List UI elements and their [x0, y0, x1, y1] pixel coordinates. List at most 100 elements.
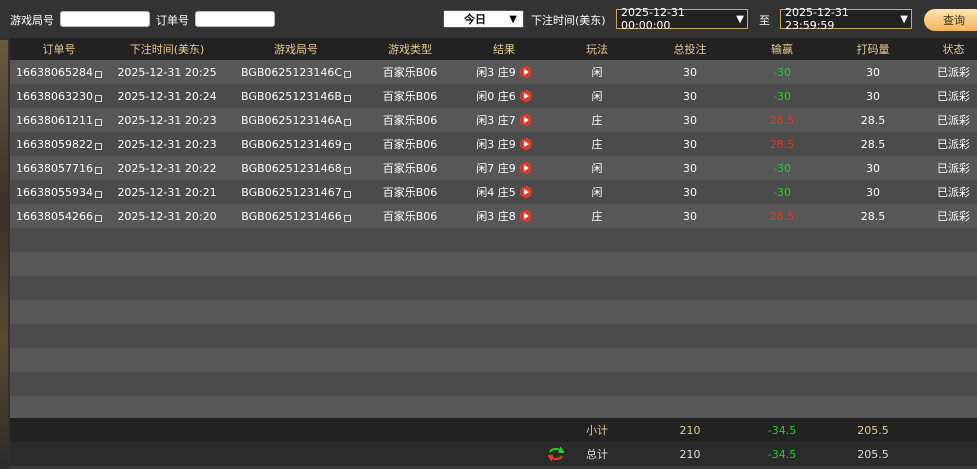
play-cell: 闲 — [554, 84, 640, 108]
status-cell-text: 已派彩 — [937, 210, 970, 223]
play-replay-icon[interactable] — [519, 66, 532, 78]
bet-time-cell-text: 2025-12-31 20:23 — [117, 113, 217, 127]
end-time-select[interactable]: 2025-12-31 23:59:59 ▼ — [780, 6, 912, 32]
bet-time-cell-text: 2025-12-31 20:22 — [117, 161, 217, 175]
copy-icon[interactable] — [94, 142, 102, 150]
subtotal-turnover: 205.5 — [857, 423, 889, 437]
table-row: 16638061211 2025-12-31 20:23 BGB0625123146… — [10, 108, 977, 132]
copy-icon[interactable] — [94, 70, 102, 78]
order-id-cell-text: 16638054266 — [16, 209, 93, 223]
game-id-cell: BGB0625123146​7 — [226, 180, 366, 204]
empty-row — [10, 348, 977, 372]
subtotal-row: 小计 210 -34.5 205.5 — [10, 418, 977, 442]
copy-icon[interactable] — [94, 94, 102, 102]
play-cell: 闲 — [554, 60, 640, 84]
status-cell-text: 已派彩 — [937, 114, 970, 127]
result-cell: 闲4 庄5 — [454, 180, 554, 204]
total-bet-cell: 30 — [640, 108, 740, 132]
copy-icon[interactable] — [343, 142, 351, 150]
result-cell-text: 闲3 庄9 — [476, 138, 516, 151]
table-row: 16638063230 2025-12-31 20:24 BGB0625123146… — [10, 84, 977, 108]
status-cell: 已派彩 — [922, 108, 977, 132]
total-bet-cell: 30 — [640, 132, 740, 156]
play-replay-icon[interactable] — [519, 138, 532, 150]
order-id-input[interactable] — [195, 11, 275, 27]
total-bet-cell: 30 — [640, 84, 740, 108]
win-loss-cell-text: -30 — [773, 161, 791, 175]
col-play: 玩法 — [586, 43, 608, 56]
total-bet-cell-text: 30 — [683, 113, 697, 127]
game-id-cell-text: BGB0625123146A — [241, 113, 342, 127]
game-type-cell-text: 百家乐B06 — [382, 138, 438, 151]
game-id-cell-text: BGB0625123146B — [241, 89, 342, 103]
empty-row — [10, 276, 977, 300]
empty-row — [10, 252, 977, 276]
total-bet-cell-text: 30 — [683, 89, 697, 103]
play-cell-text: 闲 — [591, 90, 603, 103]
win-loss-cell-text: 28.5 — [769, 113, 795, 127]
play-cell: 庄 — [554, 204, 640, 228]
result-cell-text: 闲3 庄8 — [476, 210, 516, 223]
copy-icon[interactable] — [344, 70, 352, 78]
status-cell: 已派彩 — [922, 204, 977, 228]
win-loss-cell-text: 28.5 — [769, 137, 795, 151]
game-id-cell-text: BGB0625123146​7 — [241, 185, 342, 199]
start-time-select[interactable]: 2025-12-31 00:00:00 ▼ — [616, 6, 748, 32]
result-cell: 闲3 庄7 — [454, 108, 554, 132]
turnover-cell-text: 30 — [866, 89, 880, 103]
copy-icon[interactable] — [94, 166, 102, 174]
order-id-label: 订单号 — [156, 14, 189, 27]
table-header: 订单号 下注时间(美东) 游戏局号 游戏类型 结果 玩法 总投注 输赢 打码量 … — [10, 38, 977, 60]
turnover-cell-text: 28.5 — [860, 137, 886, 151]
game-id-cell-text: BGB0625123146​9 — [241, 137, 342, 151]
copy-icon[interactable] — [94, 118, 102, 126]
copy-icon[interactable] — [343, 166, 351, 174]
copy-icon[interactable] — [94, 190, 102, 198]
game-id-label: 游戏局号 — [10, 14, 54, 27]
play-replay-icon[interactable] — [519, 114, 532, 126]
game-id-cell-text: BGB0625123146C — [240, 65, 343, 79]
turnover-cell: 30 — [824, 84, 922, 108]
play-cell-text: 庄 — [591, 114, 603, 127]
total-row: 总计 210 -34.5 205.5 — [10, 442, 977, 466]
end-time-value: 2025-12-31 23:59:59 — [785, 6, 849, 32]
empty-row — [10, 324, 977, 348]
play-replay-icon[interactable] — [519, 210, 532, 222]
copy-icon[interactable] — [94, 214, 102, 222]
period-select[interactable]: 今日 ▼ — [443, 10, 524, 28]
total-win: -34.5 — [767, 447, 797, 461]
total-bet-cell-text: 30 — [683, 185, 697, 199]
status-cell-text: 已派彩 — [937, 138, 970, 151]
order-id-cell-text: 16638063230 — [16, 89, 93, 103]
game-type-cell-text: 百家乐B06 — [382, 90, 438, 103]
status-cell-text: 已派彩 — [937, 186, 970, 199]
period-value: 今日 — [464, 13, 486, 26]
turnover-cell-text: 28.5 — [860, 209, 886, 223]
total-bet-cell-text: 30 — [683, 209, 697, 223]
bet-time-cell: 2025-12-31 20:23 — [108, 108, 226, 132]
bet-time-cell-text: 2025-12-31 20:24 — [117, 89, 217, 103]
game-id-cell-text: BGB0625123146​6 — [241, 209, 342, 223]
copy-icon[interactable] — [343, 94, 351, 102]
result-cell: 闲3 庄9 — [454, 60, 554, 84]
copy-icon[interactable] — [343, 118, 351, 126]
copy-icon[interactable] — [343, 214, 351, 222]
order-id-cell: 16638059822 — [10, 132, 108, 156]
play-replay-icon[interactable] — [519, 90, 532, 102]
col-game-type: 游戏类型 — [388, 43, 432, 56]
copy-icon[interactable] — [343, 190, 351, 198]
query-button[interactable]: 查询 — [924, 9, 977, 31]
play-cell-text: 闲 — [591, 186, 603, 199]
turnover-cell: 28.5 — [824, 132, 922, 156]
turnover-cell: 30 — [824, 156, 922, 180]
win-loss-cell-text: 28.5 — [769, 209, 795, 223]
result-cell-text: 闲7 庄9 — [476, 162, 516, 175]
play-replay-icon[interactable] — [519, 162, 532, 174]
turnover-cell-text: 30 — [866, 65, 880, 79]
play-replay-icon[interactable] — [519, 186, 532, 198]
game-id-input[interactable] — [60, 11, 150, 27]
turnover-cell-text: 28.5 — [860, 113, 886, 127]
bet-time-cell-text: 2025-12-31 20:25 — [117, 65, 217, 79]
result-cell-text: 闲4 庄5 — [476, 186, 516, 199]
total-turnover: 205.5 — [857, 447, 889, 461]
